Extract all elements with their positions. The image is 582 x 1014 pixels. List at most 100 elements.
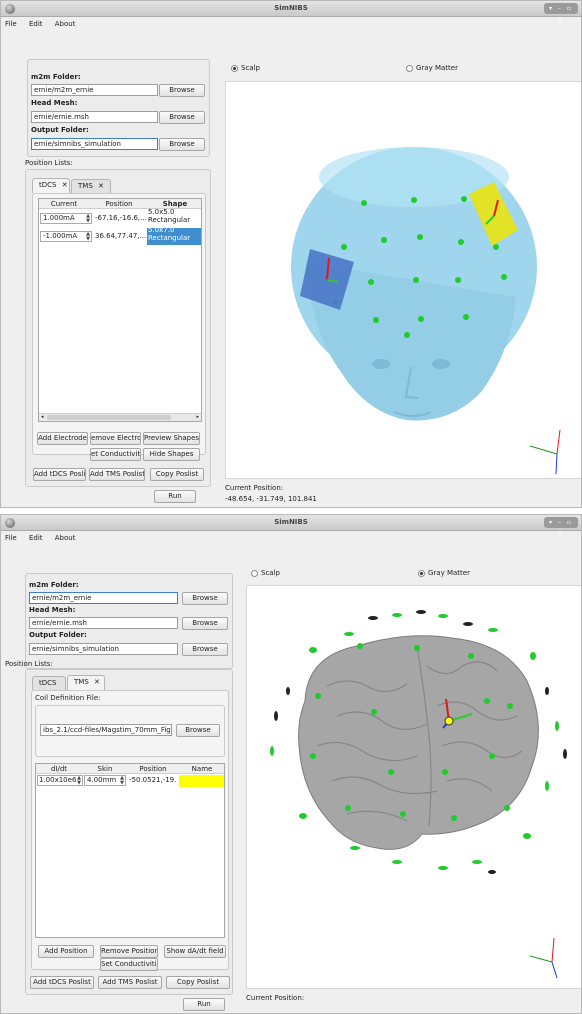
coil-browse-button[interactable]: Browse	[176, 724, 220, 737]
scroll-left-icon[interactable]: ◂	[41, 414, 44, 420]
gray-matter-radio[interactable]	[418, 570, 425, 577]
output-folder-field[interactable]: ernie/simnibs_simulation	[31, 138, 158, 150]
orientation-axis-z	[555, 453, 558, 475]
menu-file[interactable]: File	[5, 532, 17, 545]
output-folder-browse-button[interactable]: Browse	[182, 643, 228, 656]
gray-matter-radio[interactable]	[406, 65, 413, 72]
spin-arrows-icon[interactable]: ▲ ▼	[85, 232, 91, 243]
spin-arrows-icon[interactable]: ▲ ▼	[119, 776, 125, 787]
spin-arrows-icon[interactable]: ▲ ▼	[85, 214, 91, 225]
tab-tdcs[interactable]: tDCS ✕	[32, 178, 70, 193]
add-position-button[interactable]: Add Position	[38, 945, 94, 958]
simnibs-window-tdcs: SimNIBS ▾ – ▫ ✕ File Edit About m2m Fold…	[0, 0, 582, 508]
current-value: 1.000mA	[43, 214, 75, 222]
title-bar: SimNIBS ▾ – ▫ ✕	[1, 515, 581, 537]
orientation-axis-x	[556, 429, 561, 455]
show-dadt-field-button[interactable]: Show dA/dt field	[164, 945, 226, 958]
tab-tdcs[interactable]: tDCS ✕	[32, 676, 66, 700]
name-cell[interactable]	[179, 775, 224, 787]
run-button[interactable]: Run	[154, 490, 196, 503]
column-name[interactable]: Name	[178, 764, 224, 774]
add-electrode-button[interactable]: Add Electrode	[37, 432, 88, 445]
position-lists-panel: tDCS ✕ TMS ✕ Current Position Shape 1.00…	[25, 169, 211, 487]
head-mesh-field[interactable]: ernie/ernie.msh	[31, 111, 158, 123]
menu-about[interactable]: About	[55, 18, 76, 31]
copy-poslist-button[interactable]: Copy Poslist	[166, 976, 230, 989]
scalp-radio-label[interactable]: Scalp	[261, 569, 280, 577]
close-icon[interactable]: ✕	[62, 181, 68, 189]
didt-spinbox[interactable]: 1.00x10e6 A/ ▲▼	[37, 775, 83, 786]
menu-edit[interactable]: Edit	[29, 18, 43, 31]
scalp-radio-label[interactable]: Scalp	[241, 64, 260, 72]
skin-distance-spinbox[interactable]: 4.00mm ▲ ▼	[84, 775, 126, 786]
scrollbar-thumb[interactable]	[47, 415, 171, 420]
scalp-radio[interactable]	[251, 570, 258, 577]
brain-mesh-render[interactable]	[247, 586, 582, 989]
head-left-eye	[372, 359, 390, 369]
window-controls-icon[interactable]: ▾ – ▫ ✕	[544, 3, 578, 23]
current-position-label: Current Position:	[246, 994, 305, 1002]
m2m-folder-field[interactable]: ernie/m2m_ernie	[31, 84, 158, 96]
current-spinbox[interactable]: 1.000mA ▲ ▼	[40, 213, 92, 224]
hide-shapes-button[interactable]: Hide Shapes	[143, 448, 200, 461]
output-folder-label: Output Folder:	[31, 126, 89, 134]
simnibs-window-tms: SimNIBS ▾ – ▫ ✕ File Edit About m2m Fold…	[0, 514, 582, 1014]
gray-matter-radio-label[interactable]: Gray Matter	[416, 64, 458, 72]
add-tms-poslist-button[interactable]: Add TMS Poslist	[98, 976, 162, 989]
run-button[interactable]: Run	[183, 998, 225, 1011]
window-controls-icon[interactable]: ▾ – ▫ ✕	[544, 517, 578, 537]
head-mesh-browse-button[interactable]: Browse	[182, 617, 228, 630]
coil-file-field[interactable]: ibs_2.1/ccd-files/Magstim_70mm_Fig8.nii.…	[40, 724, 172, 736]
scalp-radio[interactable]	[231, 65, 238, 72]
m2m-browse-button[interactable]: Browse	[159, 84, 205, 97]
column-position[interactable]: Position	[128, 764, 178, 774]
table-row[interactable]: 1.000mA ▲ ▼ -67.16,-16.6,... 5.0x5.0 Rect…	[39, 208, 201, 228]
preview-shapes-button[interactable]: Preview Shapes	[143, 432, 200, 445]
table-row[interactable]: -1.000mA ▲ ▼ 36.64,77.47,... 5.0x7.0 Rect…	[39, 226, 201, 246]
remove-electrode-button[interactable]: emove Electrod	[90, 432, 141, 445]
add-tms-poslist-button[interactable]: Add TMS Poslist	[89, 468, 145, 481]
column-current[interactable]: Current	[39, 199, 89, 209]
position-value: -67.16,-16.6,...	[95, 214, 147, 222]
add-tdcs-poslist-button[interactable]: Add tDCS Poslist	[33, 468, 86, 481]
tab-tms[interactable]: TMS ✕	[67, 675, 105, 690]
orientation-axis-y	[529, 445, 558, 455]
tab-tdcs-label: tDCS	[39, 181, 57, 189]
current-position-value: -48.654, -31.749, 101.841	[225, 495, 317, 503]
mesh-viewport[interactable]	[225, 81, 582, 479]
close-icon[interactable]: ✕	[94, 678, 100, 686]
set-conductivities-button[interactable]: Set Conductivities	[100, 958, 158, 971]
menu-edit[interactable]: Edit	[29, 532, 43, 545]
output-folder-browse-button[interactable]: Browse	[159, 138, 205, 151]
menu-file[interactable]: File	[5, 18, 17, 31]
copy-poslist-button[interactable]: Copy Poslist	[150, 468, 204, 481]
close-icon[interactable]: ✕	[98, 182, 104, 190]
m2m-browse-button[interactable]: Browse	[182, 592, 228, 605]
horizontal-scrollbar[interactable]: ◂ ▸	[39, 413, 201, 421]
head-mesh-browse-button[interactable]: Browse	[159, 111, 205, 124]
head-mesh-label: Head Mesh:	[31, 99, 78, 107]
column-position[interactable]: Position	[91, 199, 147, 209]
tab-tms-label: TMS	[74, 678, 89, 686]
head-mesh-render[interactable]	[226, 82, 582, 479]
remove-position-button[interactable]: Remove Position	[100, 945, 158, 958]
m2m-folder-field[interactable]: ernie/m2m_ernie	[29, 592, 178, 604]
menu-bar: File Edit About	[1, 532, 581, 545]
menu-about[interactable]: About	[55, 532, 76, 545]
table-row[interactable]: 1.00x10e6 A/ ▲▼ 4.00mm ▲▼ -50.0521,-19..…	[36, 775, 224, 787]
output-folder-field[interactable]: ernie/simnibs_simulation	[29, 643, 178, 655]
head-mesh-field[interactable]: ernie/ernie.msh	[29, 617, 178, 629]
coil-position-marker[interactable]	[444, 716, 454, 726]
scroll-right-icon[interactable]: ▸	[196, 414, 199, 420]
spin-arrows-icon[interactable]: ▲ ▼	[76, 776, 82, 787]
current-spinbox[interactable]: -1.000mA ▲ ▼	[40, 231, 92, 242]
gray-matter-radio-label[interactable]: Gray Matter	[428, 569, 470, 577]
column-didt[interactable]: dI/dt	[36, 764, 82, 774]
mesh-viewport[interactable]	[246, 585, 582, 989]
column-skin-distance[interactable]: Skin Distance	[82, 764, 128, 783]
tab-tms[interactable]: TMS ✕	[71, 179, 111, 193]
table-header: Current Position Shape	[39, 199, 201, 209]
set-conductivities-button[interactable]: et Conductivitie	[90, 448, 141, 461]
add-tdcs-poslist-button[interactable]: Add tDCS Poslist	[30, 976, 94, 989]
shape-size: 5.0x7.0	[148, 226, 175, 234]
